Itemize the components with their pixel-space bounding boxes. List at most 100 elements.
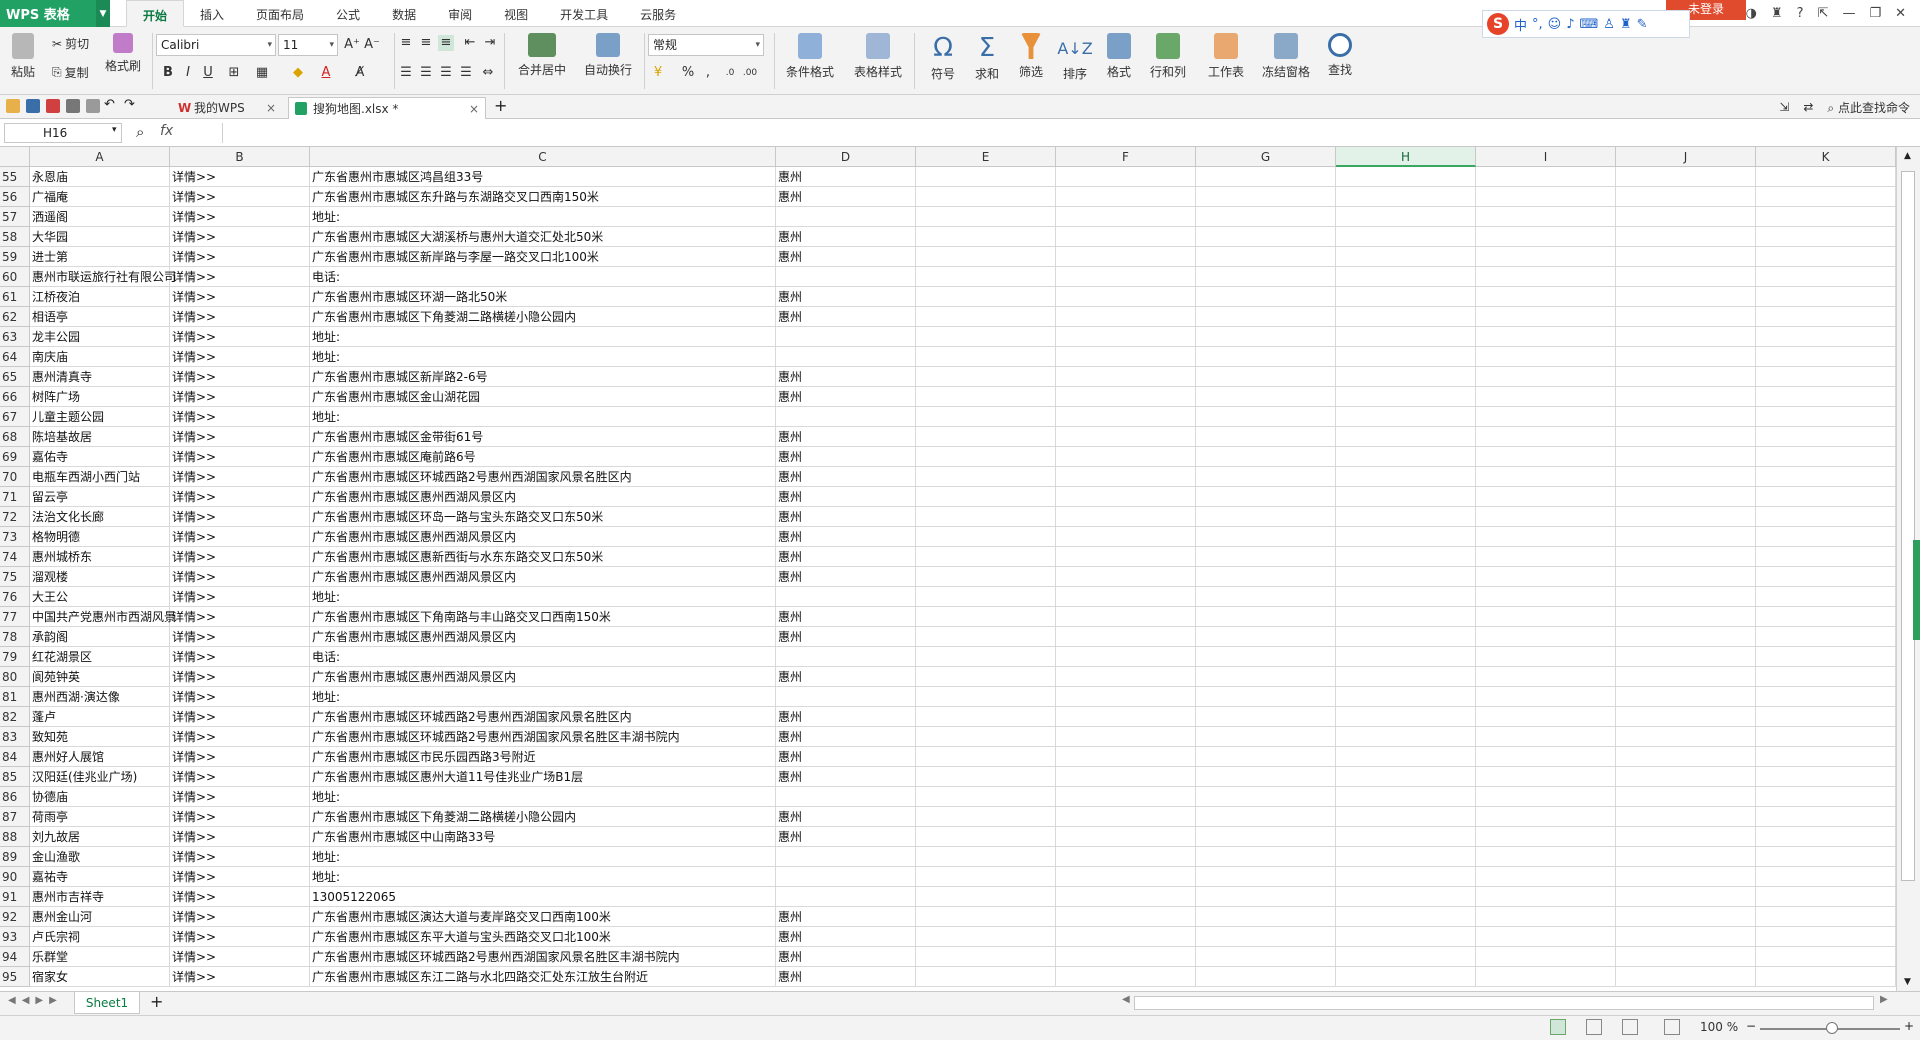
cell-k[interactable] [1756,727,1896,747]
cell-j[interactable] [1616,727,1756,747]
cell-g[interactable] [1196,287,1336,307]
cell-b[interactable]: 详情>> [170,967,310,987]
cell-k[interactable] [1756,347,1896,367]
cell-j[interactable] [1616,807,1756,827]
cell-k[interactable] [1756,807,1896,827]
cell-j[interactable] [1616,927,1756,947]
row-number[interactable]: 81 [0,687,30,707]
cell-j[interactable] [1616,527,1756,547]
cell-j[interactable] [1616,827,1756,847]
cell-a[interactable]: 协德庙 [30,787,170,807]
cell-f[interactable] [1056,967,1196,987]
cell-i[interactable] [1476,867,1616,887]
cell-f[interactable] [1056,647,1196,667]
cell-c[interactable]: 地址: [310,867,776,887]
sheet-nav-icon[interactable]: ◀◀▶▶ [8,995,63,1006]
cell-d[interactable]: 惠州 [776,287,916,307]
cell-c[interactable]: 广东省惠州市惠城区惠州西湖风景区内 [310,527,776,547]
cell-e[interactable] [916,787,1056,807]
cell-d[interactable] [776,647,916,667]
cell-i[interactable] [1476,727,1616,747]
protect-view-icon[interactable] [1664,1019,1680,1035]
cell-f[interactable] [1056,727,1196,747]
cell-j[interactable] [1616,647,1756,667]
cell-e[interactable] [916,427,1056,447]
cell-c[interactable]: 广东省惠州市惠城区环城西路2号惠州西湖国家风景名胜区内 [310,707,776,727]
vertical-scroll-thumb[interactable] [1901,171,1915,881]
cell-c[interactable]: 地址: [310,347,776,367]
print-preview-icon[interactable] [86,99,100,113]
cell-g[interactable] [1196,467,1336,487]
cell-b[interactable]: 详情>> [170,347,310,367]
worksheet-button[interactable]: 工作表 [1198,33,1254,80]
cell-c[interactable]: 广东省惠州市惠城区环城西路2号惠州西湖国家风景名胜区内 [310,467,776,487]
scroll-down-icon[interactable]: ▼ [1904,977,1911,987]
table-style-button[interactable]: 表格样式 [846,33,910,80]
zoom-in-icon[interactable]: + [1904,1019,1914,1033]
cell-b[interactable]: 详情>> [170,567,310,587]
redo-icon[interactable]: ↷ [124,98,138,113]
find-button[interactable]: 查找 [1316,33,1364,78]
cell-a[interactable]: 洒遥阁 [30,207,170,227]
cell-f[interactable] [1056,247,1196,267]
cell-d[interactable]: 惠州 [776,607,916,627]
scroll-left-icon[interactable]: ◀ [1122,994,1130,1005]
cell-k[interactable] [1756,527,1896,547]
cell-e[interactable] [916,687,1056,707]
column-header-c[interactable]: C [310,147,776,167]
cell-j[interactable] [1616,187,1756,207]
row-number[interactable]: 60 [0,267,30,287]
row-number[interactable]: 95 [0,967,30,987]
row-number[interactable]: 79 [0,647,30,667]
scroll-up-icon[interactable]: ▲ [1904,151,1911,161]
cell-i[interactable] [1476,607,1616,627]
cell-e[interactable] [916,627,1056,647]
cell-a[interactable]: 承韵阁 [30,627,170,647]
rows-columns-button[interactable]: 行和列 [1140,33,1196,80]
cell-a[interactable]: 惠州清真寺 [30,367,170,387]
ime-mode[interactable]: 中 [1514,15,1527,34]
cell-e[interactable] [916,727,1056,747]
cell-h[interactable] [1336,927,1476,947]
cell-e[interactable] [916,207,1056,227]
cell-h[interactable] [1336,287,1476,307]
number-format-select[interactable]: 常规 [648,34,764,56]
cell-i[interactable] [1476,507,1616,527]
align-right-icon[interactable]: ☰ [438,65,454,81]
cell-c[interactable]: 地址: [310,207,776,227]
cell-i[interactable] [1476,667,1616,687]
cell-k[interactable] [1756,287,1896,307]
cell-b[interactable]: 详情>> [170,167,310,187]
cell-i[interactable] [1476,567,1616,587]
align-top-icon[interactable]: ≡ [398,35,414,51]
sum-button[interactable]: Σ 求和 [962,33,1012,82]
cell-k[interactable] [1756,607,1896,627]
cell-b[interactable]: 详情>> [170,227,310,247]
row-number[interactable]: 72 [0,507,30,527]
format-button[interactable]: 格式 [1094,33,1144,80]
cell-h[interactable] [1336,687,1476,707]
cell-k[interactable] [1756,187,1896,207]
cell-i[interactable] [1476,847,1616,867]
increase-decimal-icon[interactable]: .0 [722,65,738,81]
cell-e[interactable] [916,907,1056,927]
column-header-f[interactable]: F [1056,147,1196,167]
cell-g[interactable] [1196,667,1336,687]
cell-g[interactable] [1196,567,1336,587]
row-number[interactable]: 58 [0,227,30,247]
cell-g[interactable] [1196,707,1336,727]
cell-f[interactable] [1056,207,1196,227]
cell-j[interactable] [1616,407,1756,427]
cell-f[interactable] [1056,887,1196,907]
cell-f[interactable] [1056,807,1196,827]
cell-h[interactable] [1336,167,1476,187]
cell-c[interactable]: 广东省惠州市惠城区下角南路与丰山路交叉口西南150米 [310,607,776,627]
cell-g[interactable] [1196,407,1336,427]
cell-g[interactable] [1196,527,1336,547]
cell-f[interactable] [1056,687,1196,707]
cell-a[interactable]: 惠州市联运旅行社有限公司 [30,267,176,287]
cell-g[interactable] [1196,447,1336,467]
cell-d[interactable]: 惠州 [776,827,916,847]
cell-g[interactable] [1196,807,1336,827]
shrink-font-icon[interactable]: A⁻ [364,37,380,53]
